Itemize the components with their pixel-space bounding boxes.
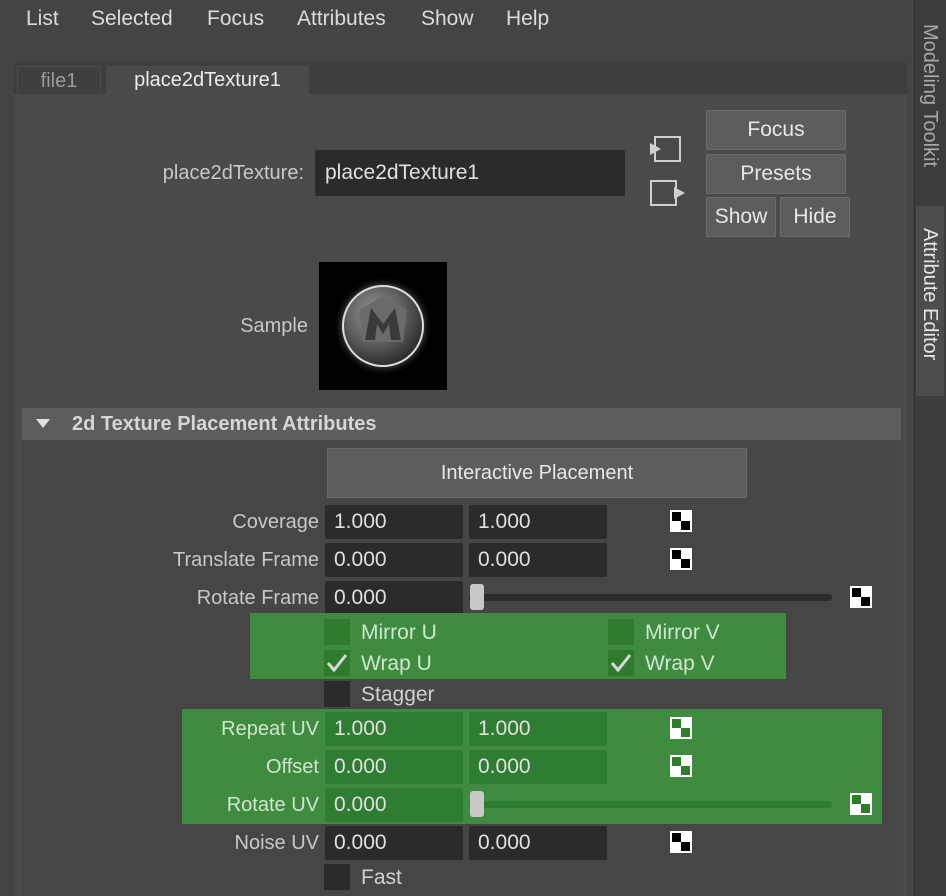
section-title: 2d Texture Placement Attributes — [72, 413, 377, 435]
coverage-label: Coverage — [232, 511, 319, 533]
side-tab-attribute-editor[interactable]: Attribute Editor — [916, 206, 944, 396]
interactive-placement-button[interactable]: Interactive Placement — [327, 448, 747, 498]
mirror-u-checkbox[interactable] — [324, 619, 350, 645]
repeat-u-input[interactable]: 1.000 — [325, 712, 463, 746]
rotate-frame-label: Rotate Frame — [196, 587, 319, 609]
output-connections-icon[interactable] — [648, 179, 686, 207]
menu-show[interactable]: Show — [421, 7, 474, 31]
rotate-frame-slider[interactable] — [469, 594, 832, 601]
menu-list[interactable]: List — [26, 7, 59, 31]
side-tab-attribute-editor-label: Attribute Editor — [919, 228, 941, 361]
rotate-uv-slider[interactable] — [469, 801, 832, 808]
wrap-u-checkbox[interactable] — [324, 650, 350, 676]
side-tab-modeling-toolkit-label: Modeling Toolkit — [919, 24, 941, 168]
offset-u-input[interactable]: 0.000 — [325, 750, 463, 784]
noise-v-input[interactable]: 0.000 — [469, 826, 607, 860]
section-header[interactable]: 2d Texture Placement Attributes — [22, 408, 901, 440]
fast-label: Fast — [361, 866, 402, 889]
rotate-uv-map-icon[interactable] — [850, 793, 872, 815]
sample-sphere-icon — [333, 276, 433, 376]
side-tab-modeling-toolkit[interactable]: Modeling Toolkit — [916, 4, 944, 202]
checkmark-icon — [610, 654, 632, 673]
menu-focus[interactable]: Focus — [207, 7, 264, 31]
rotate-frame-map-icon[interactable] — [850, 586, 872, 608]
tab-place2dtexture1[interactable]: place2dTexture1 — [106, 66, 309, 95]
tab-file1-label: file1 — [40, 70, 78, 92]
rotate-frame-slider-handle[interactable] — [470, 584, 484, 610]
coverage-u-input[interactable]: 1.000 — [325, 505, 463, 539]
noise-uv-map-icon[interactable] — [670, 831, 692, 853]
rotate-frame-input[interactable]: 0.000 — [325, 581, 463, 615]
menu-selected[interactable]: Selected — [91, 7, 173, 31]
sample-swatch — [319, 262, 447, 390]
node-name-input[interactable]: place2dTexture1 — [315, 150, 625, 196]
sample-label: Sample — [240, 315, 308, 337]
menu-attributes[interactable]: Attributes — [297, 7, 386, 31]
menu-bar: List Selected Focus Attributes Show Help — [0, 0, 914, 40]
focus-button[interactable]: Focus — [706, 110, 846, 150]
tab-file1[interactable]: file1 — [17, 66, 101, 95]
rotate-uv-label: Rotate UV — [226, 794, 319, 816]
input-connections-icon[interactable] — [648, 135, 682, 163]
wrap-v-checkbox[interactable] — [608, 650, 634, 676]
noise-u-input[interactable]: 0.000 — [325, 826, 463, 860]
repeat-v-input[interactable]: 1.000 — [469, 712, 607, 746]
wrap-u-label: Wrap U — [361, 652, 432, 675]
translate-frame-label: Translate Frame — [173, 549, 319, 571]
node-type-label: place2dTexture: — [162, 162, 304, 184]
show-button[interactable]: Show — [706, 197, 776, 237]
wrap-v-label: Wrap V — [645, 652, 715, 675]
checkmark-icon — [326, 654, 348, 673]
offset-map-icon[interactable] — [670, 755, 692, 777]
mirror-v-checkbox[interactable] — [608, 619, 634, 645]
tab-place2dtexture1-label: place2dTexture1 — [134, 69, 281, 91]
hide-button[interactable]: Hide — [780, 197, 850, 237]
translate-frame-u-input[interactable]: 0.000 — [325, 543, 463, 577]
noise-uv-label: Noise UV — [234, 832, 319, 854]
repeat-uv-label: Repeat UV — [221, 718, 319, 740]
rotate-uv-slider-handle[interactable] — [470, 791, 484, 817]
rotate-uv-input[interactable]: 0.000 — [325, 788, 463, 822]
translate-frame-v-input[interactable]: 0.000 — [469, 543, 607, 577]
offset-v-input[interactable]: 0.000 — [469, 750, 607, 784]
coverage-v-input[interactable]: 1.000 — [469, 505, 607, 539]
repeat-uv-map-icon[interactable] — [670, 717, 692, 739]
stagger-checkbox[interactable] — [324, 681, 350, 707]
presets-button[interactable]: Presets — [706, 154, 846, 194]
fast-checkbox[interactable] — [324, 864, 350, 890]
coverage-map-icon[interactable] — [670, 510, 692, 532]
menu-help[interactable]: Help — [506, 7, 549, 31]
collapse-triangle-icon[interactable] — [36, 419, 50, 429]
offset-label: Offset — [266, 756, 319, 778]
translate-frame-map-icon[interactable] — [670, 548, 692, 570]
stagger-label: Stagger — [361, 683, 435, 706]
mirror-v-label: Mirror V — [645, 621, 720, 644]
mirror-u-label: Mirror U — [361, 621, 437, 644]
